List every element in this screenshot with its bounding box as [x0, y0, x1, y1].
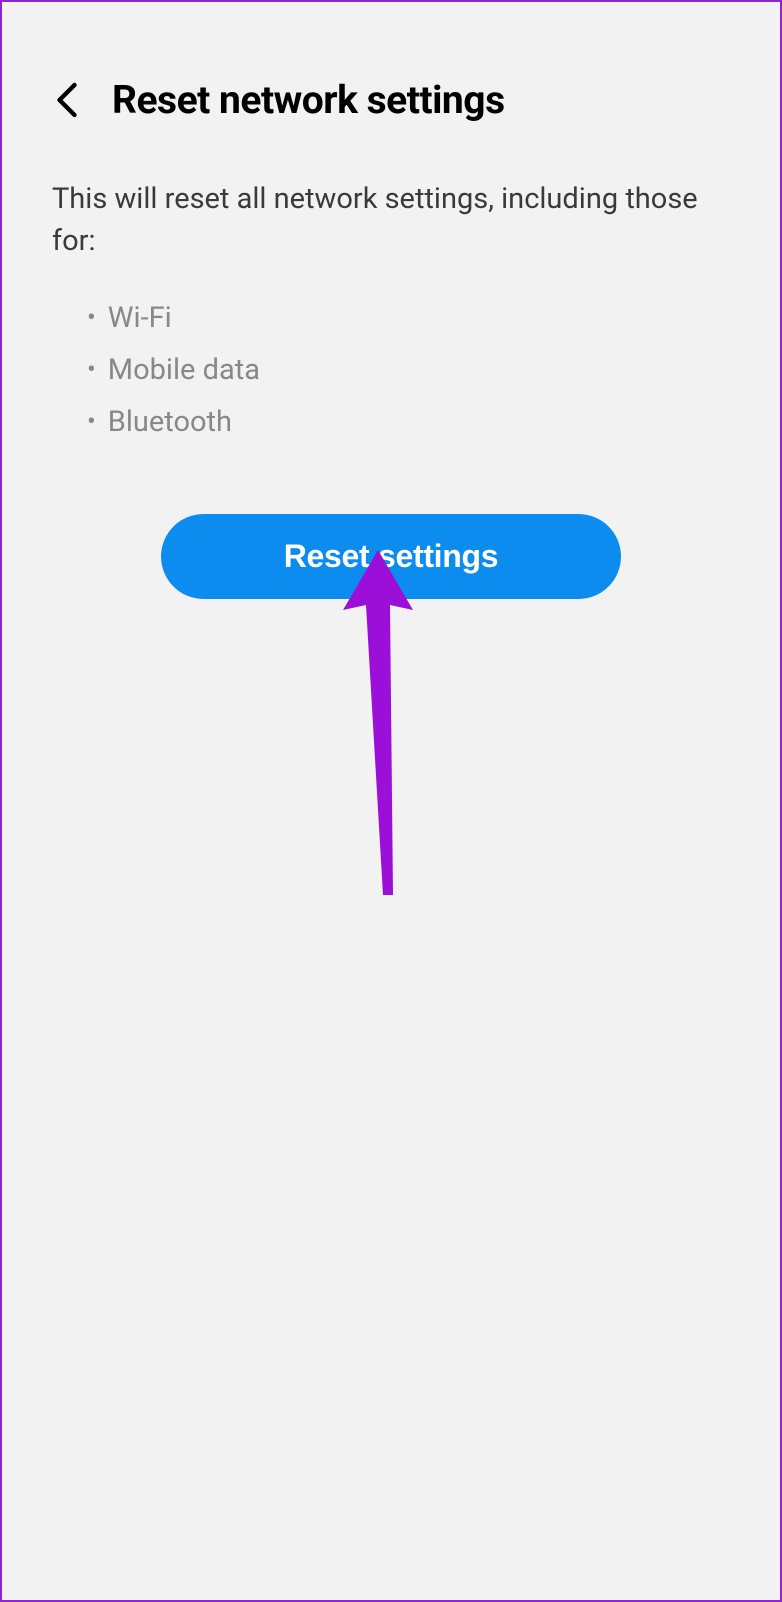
bullet-dot-icon: • [87, 347, 96, 394]
bullet-dot-icon: • [87, 399, 96, 446]
reset-settings-button[interactable]: Reset settings [161, 514, 621, 599]
list-item-label: Wi-Fi [108, 292, 172, 344]
description-text: This will reset all network settings, in… [2, 153, 780, 262]
page-header: Reset network settings [2, 2, 780, 153]
bullet-dot-icon: • [87, 295, 96, 342]
list-item: • Bluetooth [87, 396, 730, 448]
page-title: Reset network settings [112, 77, 505, 123]
annotation-arrow-icon [338, 550, 438, 895]
list-item-label: Bluetooth [108, 396, 232, 448]
list-item-label: Mobile data [108, 344, 260, 396]
list-item: • Mobile data [87, 344, 730, 396]
list-item: • Wi-Fi [87, 292, 730, 344]
button-container: Reset settings [2, 514, 780, 599]
back-icon[interactable] [52, 80, 82, 120]
bullet-list: • Wi-Fi • Mobile data • Bluetooth [2, 262, 780, 449]
